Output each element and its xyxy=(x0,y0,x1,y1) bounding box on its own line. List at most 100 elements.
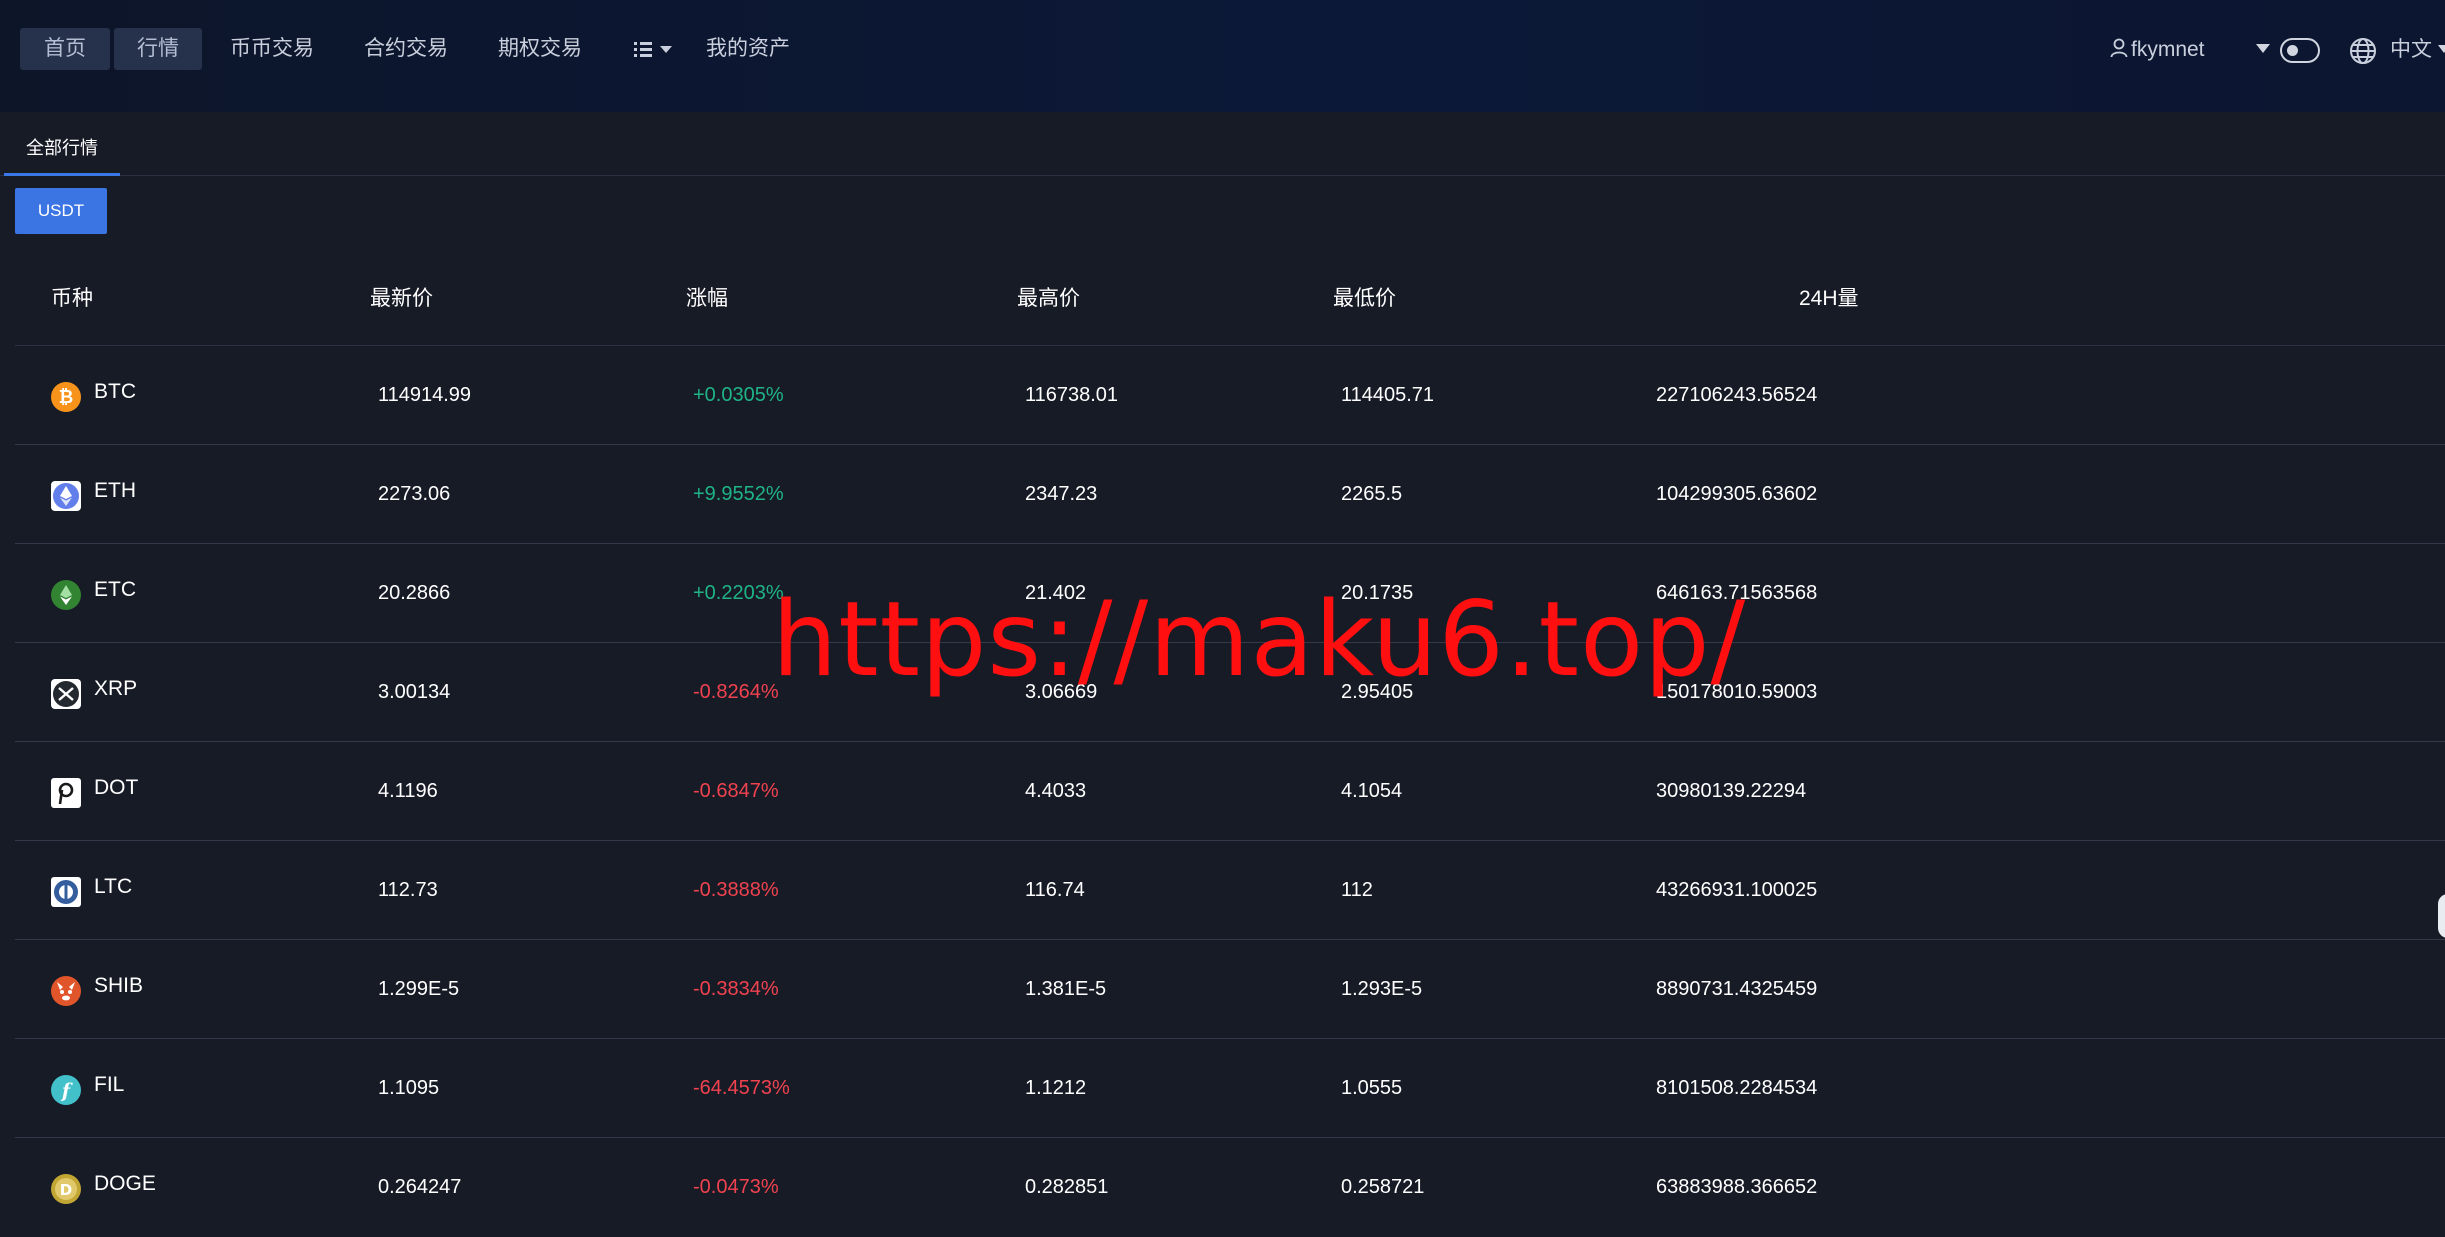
coin-symbol: BTC xyxy=(94,380,136,403)
nav-my-assets[interactable]: 我的资产 xyxy=(702,28,794,70)
dot-icon xyxy=(51,778,81,808)
low-price: 2265.5 xyxy=(1341,483,1403,505)
price-change: -64.4573% xyxy=(693,1077,790,1099)
price-change: +0.2203% xyxy=(693,582,784,604)
coin-symbol: DOGE xyxy=(94,1172,156,1195)
price-change: +0.0305% xyxy=(693,384,784,406)
header-coin: 币种 xyxy=(51,287,93,310)
coin-symbol: XRP xyxy=(94,677,138,700)
language-label: 中文 xyxy=(2390,38,2432,61)
price-change: +9.9552% xyxy=(693,483,784,505)
latest-price: 4.1196 xyxy=(378,780,438,802)
table-row[interactable]: SHIB 1.299E-5 -0.3834% 1.381E-5 1.293E-5 8890… xyxy=(15,940,2445,1039)
latest-price: 20.2866 xyxy=(378,582,451,604)
high-price: 0.282851 xyxy=(1025,1176,1109,1198)
coin-symbol: LTC xyxy=(94,875,133,898)
price-change: -0.0473% xyxy=(693,1176,779,1198)
chevron-down-icon xyxy=(2438,45,2445,53)
latest-price: 1.1095 xyxy=(378,1077,440,1099)
username: fkymnet xyxy=(2131,38,2205,61)
language-selector[interactable]: 中文 xyxy=(2390,34,2445,66)
coin-symbol: SHIB xyxy=(94,974,144,997)
nav-contract-trading[interactable]: 合约交易 xyxy=(358,28,454,70)
low-price: 0.258721 xyxy=(1341,1176,1425,1198)
tab-all-markets[interactable]: 全部行情 xyxy=(4,126,120,176)
low-price: 1.0555 xyxy=(1341,1077,1403,1099)
header-change: 涨幅 xyxy=(686,287,728,310)
volume-24h: 30980139.22294 xyxy=(1656,780,1807,802)
user-icon xyxy=(2110,38,2128,58)
latest-price: 2273.06 xyxy=(378,483,451,505)
high-price: 116.74 xyxy=(1025,879,1085,901)
low-price: 2.95405 xyxy=(1341,681,1414,703)
low-price: 20.1735 xyxy=(1341,582,1414,604)
nav-options-trading[interactable]: 期权交易 xyxy=(492,28,588,70)
market-table: 币种 最新价 涨幅 最高价 最低价 24H量 ₿ BTC 114914.99 +0.0… xyxy=(15,258,2445,1237)
etc-icon xyxy=(51,580,81,610)
table-row[interactable]: ₿ BTC 114914.99 +0.0305% 116738.01 114405.71 2… xyxy=(15,346,2445,445)
user-menu[interactable]: fkymnet xyxy=(2110,34,2205,66)
eth-icon xyxy=(51,481,81,511)
fil-icon: f xyxy=(51,1075,81,1105)
header-low: 最低价 xyxy=(1333,287,1396,310)
latest-price: 1.299E-5 xyxy=(378,978,460,1000)
volume-24h: 63883988.366652 xyxy=(1656,1176,1818,1198)
low-price: 114405.71 xyxy=(1341,384,1435,406)
coin-symbol: ETC xyxy=(94,578,136,601)
nav-home[interactable]: 首页 xyxy=(20,28,110,70)
market-tab-bar: 全部行情 xyxy=(0,126,2445,176)
header-high: 最高价 xyxy=(1017,287,1080,310)
latest-price: 3.00134 xyxy=(378,681,451,703)
volume-24h: 646163.71563568 xyxy=(1656,582,1818,604)
volume-24h: 8101508.2284534 xyxy=(1656,1077,1818,1099)
high-price: 116738.01 xyxy=(1025,384,1119,406)
low-price: 112 xyxy=(1341,879,1373,901)
theme-toggle[interactable] xyxy=(2280,38,2320,63)
high-price: 4.4033 xyxy=(1025,780,1087,802)
table-header: 币种 最新价 涨幅 最高价 最低价 24H量 xyxy=(15,258,2445,346)
user-dropdown-caret-icon[interactable] xyxy=(2256,44,2270,53)
volume-24h: 104299305.63602 xyxy=(1656,483,1818,505)
high-price: 1.1212 xyxy=(1025,1077,1087,1099)
low-price: 4.1054 xyxy=(1341,780,1403,802)
nav-market[interactable]: 行情 xyxy=(114,28,202,70)
nav-spot-trading[interactable]: 币币交易 xyxy=(224,28,320,70)
coin-symbol: ETH xyxy=(94,479,136,502)
table-body: ₿ BTC 114914.99 +0.0305% 116738.01 114405.71 2… xyxy=(15,346,2445,1237)
low-price: 1.293E-5 xyxy=(1341,978,1423,1000)
toggle-knob xyxy=(2287,45,2298,56)
table-row[interactable]: f FIL 1.1095 -64.4573% 1.1212 1.0555 8101508.2… xyxy=(15,1039,2445,1138)
table-row[interactable]: ETH 2273.06 +9.9552% 2347.23 2265.5 104299305… xyxy=(15,445,2445,544)
high-price: 1.381E-5 xyxy=(1025,978,1107,1000)
volume-24h: 150178010.59003 xyxy=(1656,681,1818,703)
doge-icon: D xyxy=(51,1174,81,1204)
price-change: -0.3834% xyxy=(693,978,779,1000)
globe-icon[interactable] xyxy=(2348,36,2378,66)
xrp-icon xyxy=(51,679,81,709)
volume-24h: 8890731.4325459 xyxy=(1656,978,1818,1000)
table-row[interactable]: DOT 4.1196 -0.6847% 4.4033 4.1054 30980139.22… xyxy=(15,742,2445,841)
list-caret-icon[interactable] xyxy=(632,36,676,64)
high-price: 21.402 xyxy=(1025,582,1087,604)
latest-price: 0.264247 xyxy=(378,1176,462,1198)
usdt-filter-button[interactable]: USDT xyxy=(15,188,107,234)
price-change: -0.3888% xyxy=(693,879,779,901)
svg-text:D: D xyxy=(60,1181,72,1199)
coin-symbol: DOT xyxy=(94,776,139,799)
high-price: 2347.23 xyxy=(1025,483,1098,505)
price-change: -0.8264% xyxy=(693,681,779,703)
table-row[interactable]: XRP 3.00134 -0.8264% 3.06669 2.95405 15017801… xyxy=(15,643,2445,742)
ltc-icon xyxy=(51,877,81,907)
latest-price: 112.73 xyxy=(378,879,438,901)
price-change: -0.6847% xyxy=(693,780,779,802)
table-row[interactable]: D DOGE 0.264247 -0.0473% 0.282851 0.258721 638… xyxy=(15,1138,2445,1237)
btc-icon: ₿ xyxy=(51,382,81,412)
side-floating-button[interactable] xyxy=(2438,894,2445,938)
volume-24h: 227106243.56524 xyxy=(1656,384,1818,406)
table-row[interactable]: LTC 112.73 -0.3888% 116.74 112 43266931.10002… xyxy=(15,841,2445,940)
shib-icon xyxy=(51,976,81,1006)
top-navbar: 首页 行情 币币交易 合约交易 期权交易 我的资产 fkymnet 中文 xyxy=(0,0,2445,112)
volume-24h: 43266931.100025 xyxy=(1656,879,1818,901)
svg-text:₿: ₿ xyxy=(59,387,74,408)
table-row[interactable]: ETC 20.2866 +0.2203% 21.402 20.1735 646163.71… xyxy=(15,544,2445,643)
